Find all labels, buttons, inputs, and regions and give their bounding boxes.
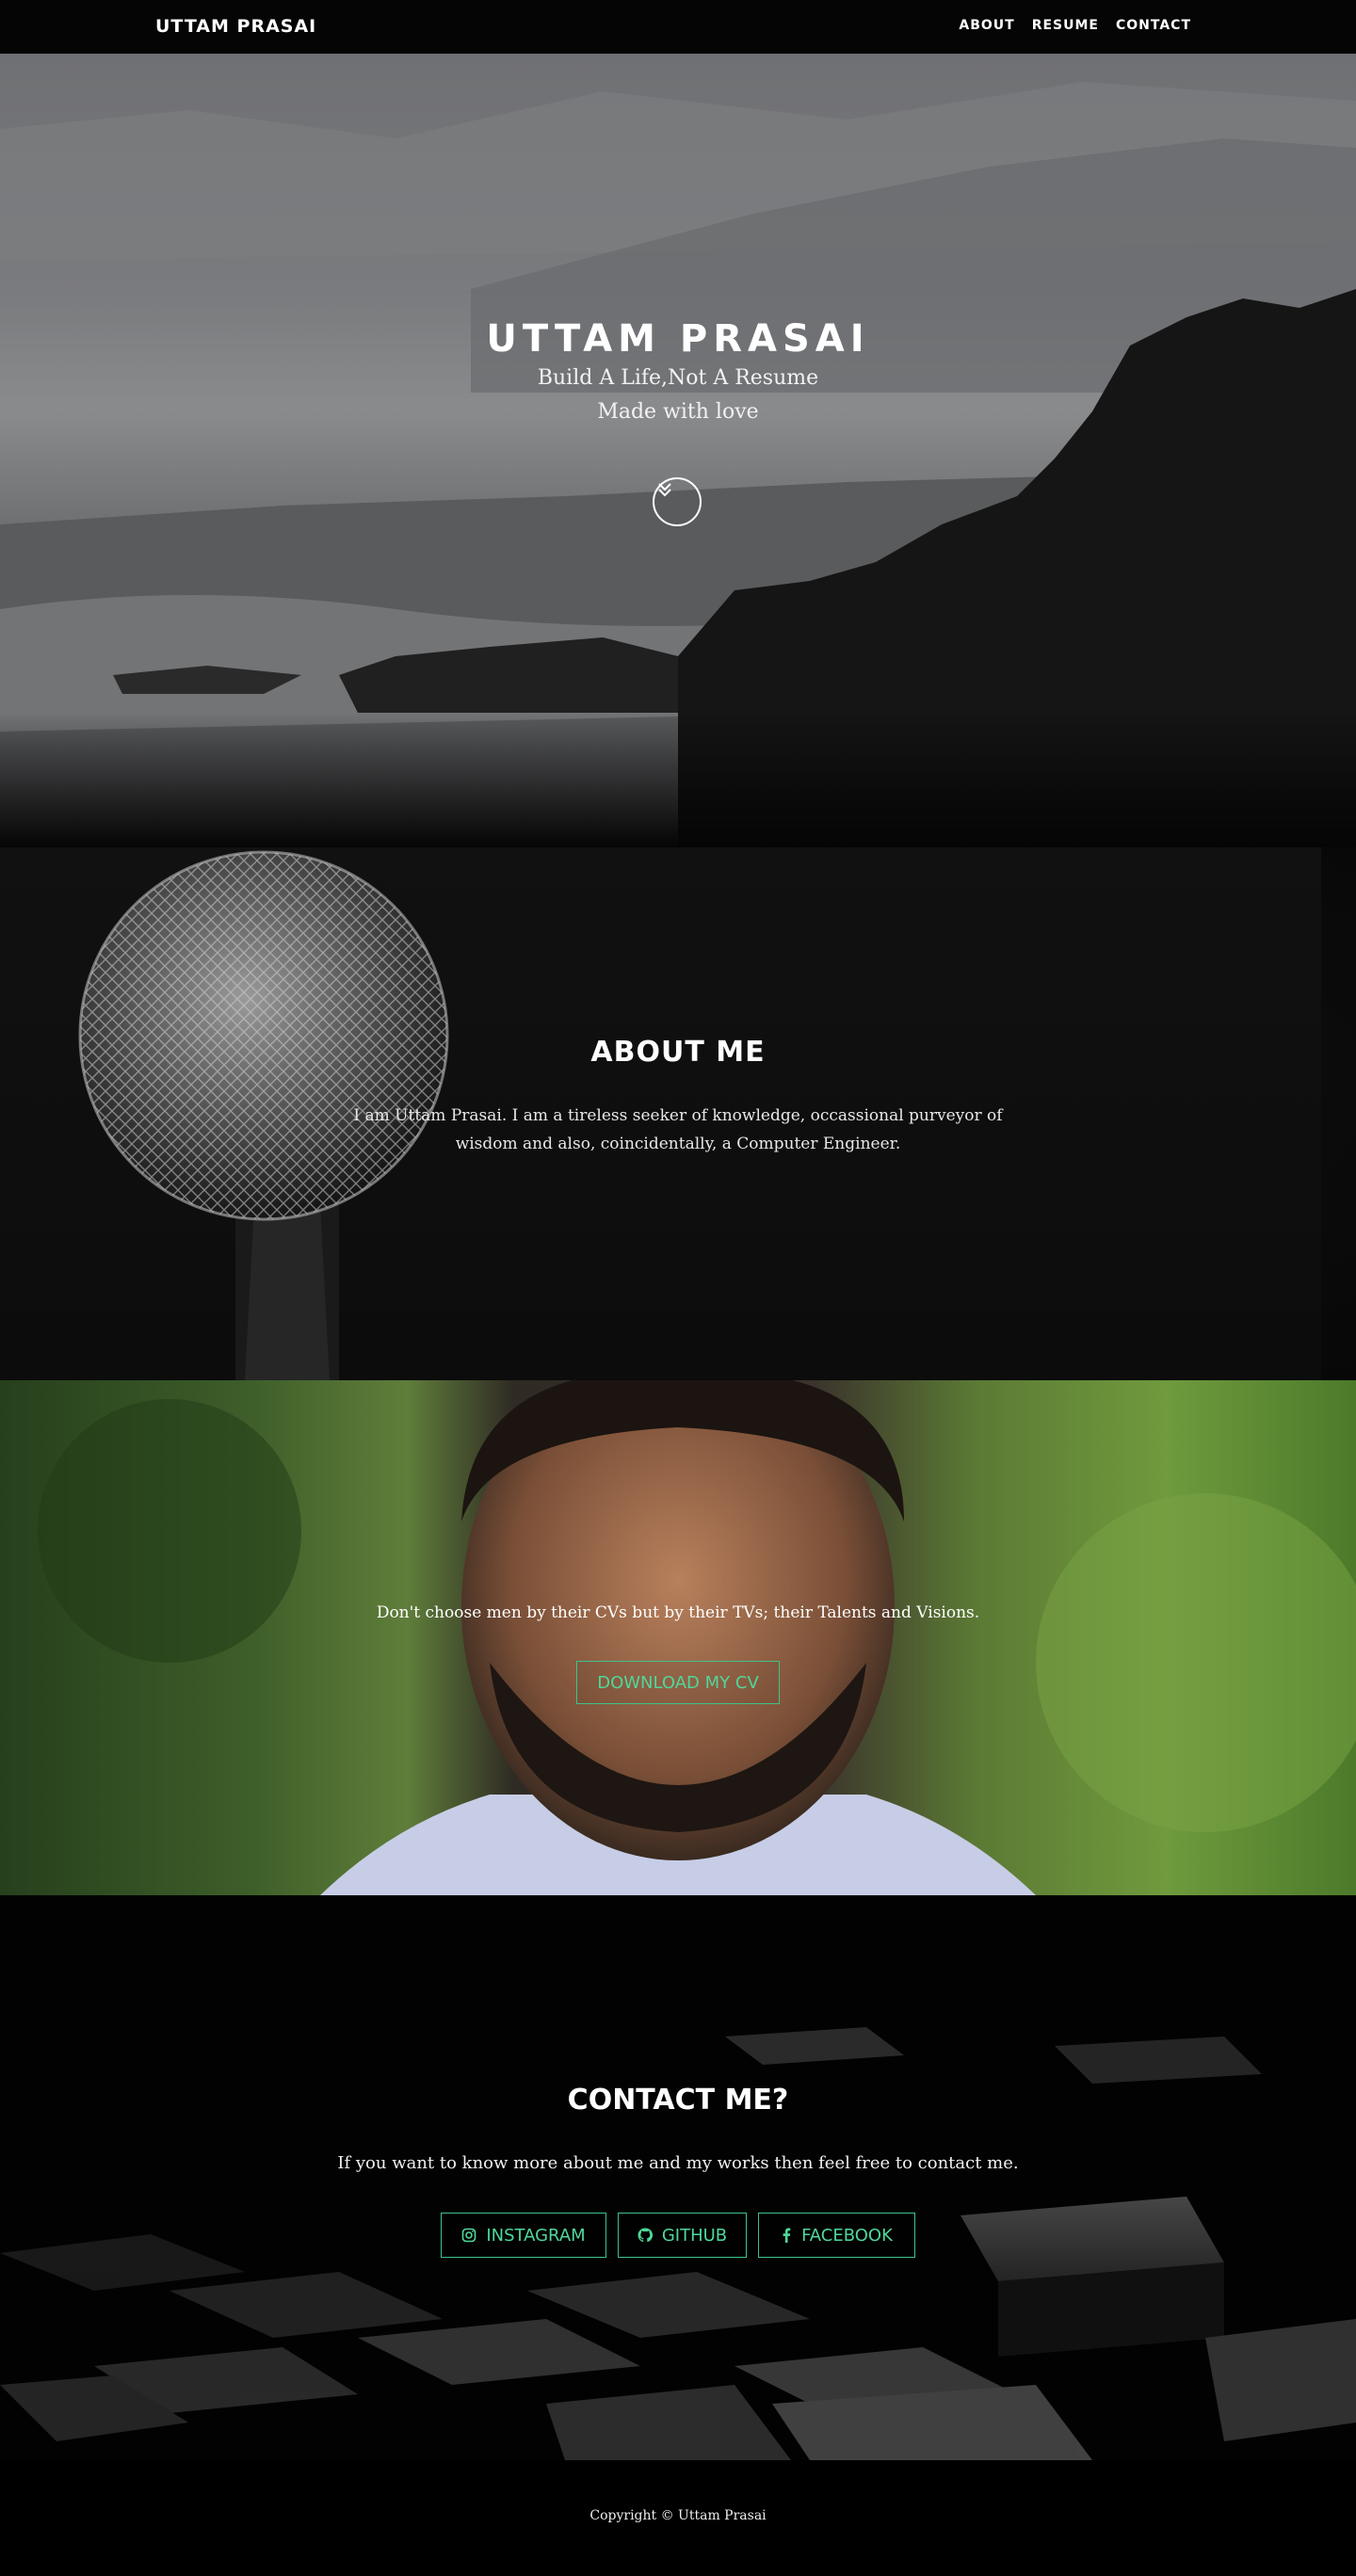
- hero-title: UTTAM PRASAI: [486, 317, 870, 361]
- double-chevron-down-icon: [658, 483, 671, 497]
- nav-link-resume[interactable]: RESUME: [1032, 18, 1099, 33]
- github-button[interactable]: GITHUB: [618, 2213, 747, 2258]
- facebook-button[interactable]: FACEBOOK: [758, 2213, 915, 2258]
- scroll-down-button[interactable]: [653, 477, 702, 526]
- hero-section: UTTAM PRASAI Build A Life,Not A Resume M…: [0, 54, 1356, 847]
- cubes-background-illustration: [0, 2027, 1356, 2460]
- github-icon: [638, 2228, 653, 2243]
- contact-description: If you want to know more about me and my…: [337, 2153, 1019, 2173]
- hero-subtitle: Build A Life,Not A Resume: [537, 366, 819, 390]
- navbar: UTTAM PRASAI ABOUT RESUME CONTACT: [0, 0, 1356, 55]
- hero-tagline: Made with love: [597, 400, 759, 424]
- instagram-label: INSTAGRAM: [486, 2225, 586, 2246]
- contact-section: CONTACT ME? If you want to know more abo…: [0, 1895, 1356, 2460]
- nav-link-contact[interactable]: CONTACT: [1116, 18, 1191, 33]
- resume-section: Don't choose men by their CVs but by the…: [0, 1380, 1356, 1895]
- download-cv-button[interactable]: DOWNLOAD MY CV: [576, 1661, 780, 1704]
- facebook-label: FACEBOOK: [801, 2225, 893, 2246]
- github-label: GITHUB: [661, 2225, 728, 2246]
- nav-link-about[interactable]: ABOUT: [959, 18, 1014, 33]
- resume-quote: Don't choose men by their CVs but by the…: [376, 1603, 980, 1622]
- contact-title: CONTACT ME?: [567, 2084, 789, 2117]
- about-section: ABOUT ME I am Uttam Prasai. I am a tirel…: [0, 847, 1356, 1380]
- footer: Copyright © Uttam Prasai: [0, 2460, 1356, 2576]
- copyright-text: Copyright © Uttam Prasai: [589, 2508, 767, 2523]
- nav-links: ABOUT RESUME CONTACT: [959, 18, 1191, 33]
- about-description: I am Uttam Prasai. I am a tireless seeke…: [353, 1106, 1003, 1153]
- about-title: ABOUT ME: [590, 1036, 766, 1069]
- portrait-illustration: [38, 1380, 1356, 1895]
- brand-logo[interactable]: UTTAM PRASAI: [155, 16, 316, 37]
- instagram-icon: [462, 2228, 476, 2243]
- hero-landscape-illustration: [0, 82, 1356, 847]
- instagram-button[interactable]: INSTAGRAM: [441, 2213, 606, 2258]
- facebook-icon: [783, 2228, 791, 2243]
